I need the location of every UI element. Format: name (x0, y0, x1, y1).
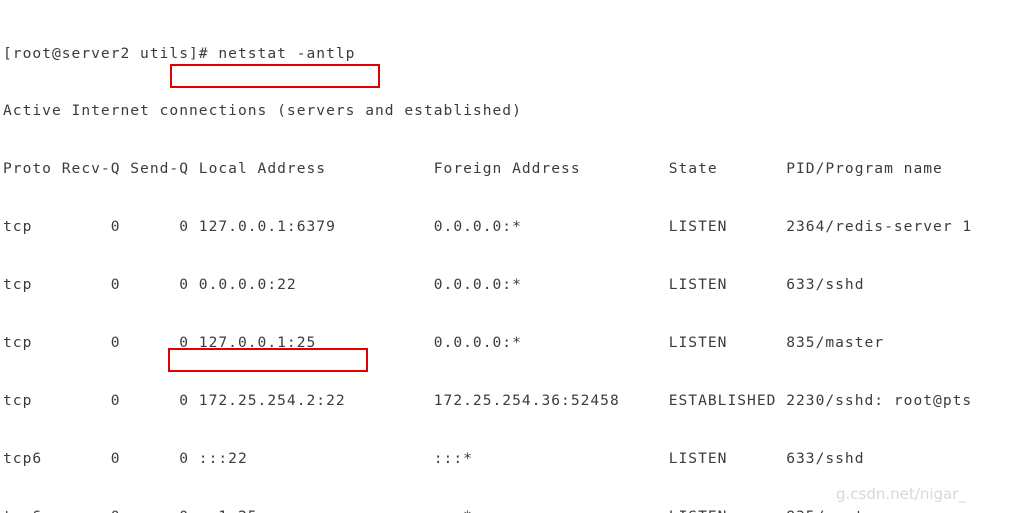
terminal-screen[interactable]: [root@server2 utils]# netstat -antlp Act… (3, 5, 1023, 513)
terminal-line: tcp 0 0 127.0.0.1:6379 0.0.0.0:* LISTEN … (3, 218, 973, 236)
terminal-line: tcp 0 0 0.0.0.0:22 0.0.0.0:* LISTEN 633/… (3, 276, 865, 294)
terminal-line: tcp6 0 0 :::22 :::* LISTEN 633/sshd (3, 449, 865, 467)
terminal-line: tcp 0 0 127.0.0.1:25 0.0.0.0:* LISTEN 83… (3, 334, 885, 352)
terminal-window: [root@server2 utils]# netstat -antlp Act… (0, 0, 1023, 513)
terminal-line: Active Internet connections (servers and… (3, 102, 522, 120)
terminal-line: tcp6 0 0 ::1:25 :::* LISTEN 835/master (3, 507, 1023, 513)
terminal-line: [root@server2 utils]# netstat -antlp (3, 44, 356, 62)
terminal-line: tcp 0 0 172.25.254.2:22 172.25.254.36:52… (3, 391, 973, 409)
terminal-line: Proto Recv-Q Send-Q Local Address Foreig… (3, 160, 943, 178)
